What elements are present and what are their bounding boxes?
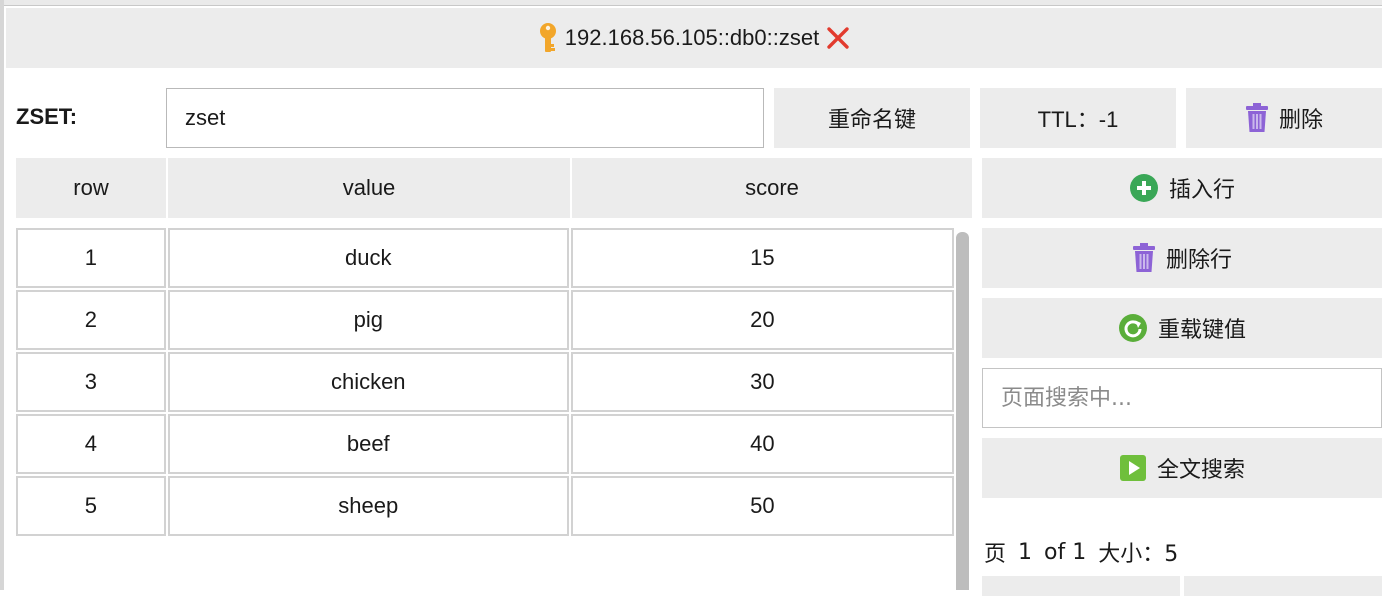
key-tab[interactable]: 192.168.56.105::db0::zset: [537, 22, 851, 54]
score-cell[interactable]: 30: [570, 352, 954, 412]
page-search-input[interactable]: [982, 368, 1382, 428]
delete-row-button[interactable]: 删除行: [982, 228, 1382, 288]
value-cell[interactable]: beef: [167, 414, 569, 474]
page-size: 大小：5: [1098, 542, 1179, 567]
trash-icon: [1132, 243, 1156, 273]
score-cell[interactable]: 50: [570, 476, 954, 536]
score-cell[interactable]: 20: [570, 290, 954, 350]
key-type-label: ZSET:: [16, 104, 78, 129]
row-index-cell[interactable]: 3: [16, 352, 166, 412]
row-index-cell[interactable]: 4: [16, 414, 166, 474]
page-total: of 1: [1044, 539, 1087, 565]
fulltext-search-label: 全文搜索: [1156, 458, 1245, 483]
window-left-border: [0, 0, 4, 590]
table-body: 1 duck 15 2 pig 20 3 chicken 30 4 beef 4…: [16, 228, 956, 538]
table-row[interactable]: 5 sheep 50: [16, 476, 956, 536]
key-tab-title: 192.168.56.105::db0::zset: [564, 25, 820, 50]
trash-icon: [1245, 103, 1269, 133]
table-scrollbar[interactable]: [956, 232, 969, 590]
value-cell[interactable]: pig: [167, 290, 569, 350]
reload-value-label: 重载键值: [1157, 318, 1246, 343]
column-header-score[interactable]: score: [572, 158, 972, 218]
insert-row-label: 插入行: [1168, 178, 1235, 203]
value-cell[interactable]: chicken: [167, 352, 569, 412]
value-cell[interactable]: duck: [167, 228, 569, 288]
table-row[interactable]: 2 pig 20: [16, 290, 956, 350]
value-cell[interactable]: sheep: [167, 476, 569, 536]
ttl-label: TTL：-1: [1037, 107, 1119, 132]
rename-key-label: 重命名键: [827, 108, 916, 133]
play-icon: [1119, 454, 1147, 482]
score-cell[interactable]: 40: [570, 414, 954, 474]
key-tab-bar: 192.168.56.105::db0::zset: [6, 8, 1382, 68]
column-header-row[interactable]: row: [16, 158, 166, 218]
ttl-button[interactable]: TTL：-1: [980, 88, 1176, 148]
row-index-cell[interactable]: 2: [16, 290, 166, 350]
pagination-controls: [982, 576, 1382, 596]
add-icon: [1129, 173, 1159, 203]
table-row[interactable]: 1 duck 15: [16, 228, 956, 288]
window-top-border: [0, 0, 1382, 6]
table-header: row value score: [16, 158, 974, 218]
next-page-button[interactable]: [1184, 576, 1382, 596]
key-name-input[interactable]: [166, 88, 764, 148]
page-label: 页: [984, 542, 1007, 567]
score-cell[interactable]: 15: [570, 228, 954, 288]
table-row[interactable]: 3 chicken 30: [16, 352, 956, 412]
table-row[interactable]: 4 beef 40: [16, 414, 956, 474]
reload-icon: [1118, 313, 1148, 343]
delete-key-label: 删除: [1278, 108, 1323, 133]
key-icon: [537, 22, 559, 54]
row-index-cell[interactable]: 1: [16, 228, 166, 288]
row-index-cell[interactable]: 5: [16, 476, 166, 536]
page-current[interactable]: 1: [1018, 540, 1032, 565]
pagination-info: 页 1 of 1 大小：5: [984, 536, 1178, 568]
close-icon[interactable]: [825, 25, 851, 51]
rename-key-button[interactable]: 重命名键: [774, 88, 970, 148]
column-header-value[interactable]: value: [168, 158, 570, 218]
reload-value-button[interactable]: 重载键值: [982, 298, 1382, 358]
prev-page-button[interactable]: [982, 576, 1180, 596]
fulltext-search-button[interactable]: 全文搜索: [982, 438, 1382, 498]
insert-row-button[interactable]: 插入行: [982, 158, 1382, 218]
delete-row-label: 删除行: [1165, 248, 1232, 273]
delete-key-button[interactable]: 删除: [1186, 88, 1382, 148]
